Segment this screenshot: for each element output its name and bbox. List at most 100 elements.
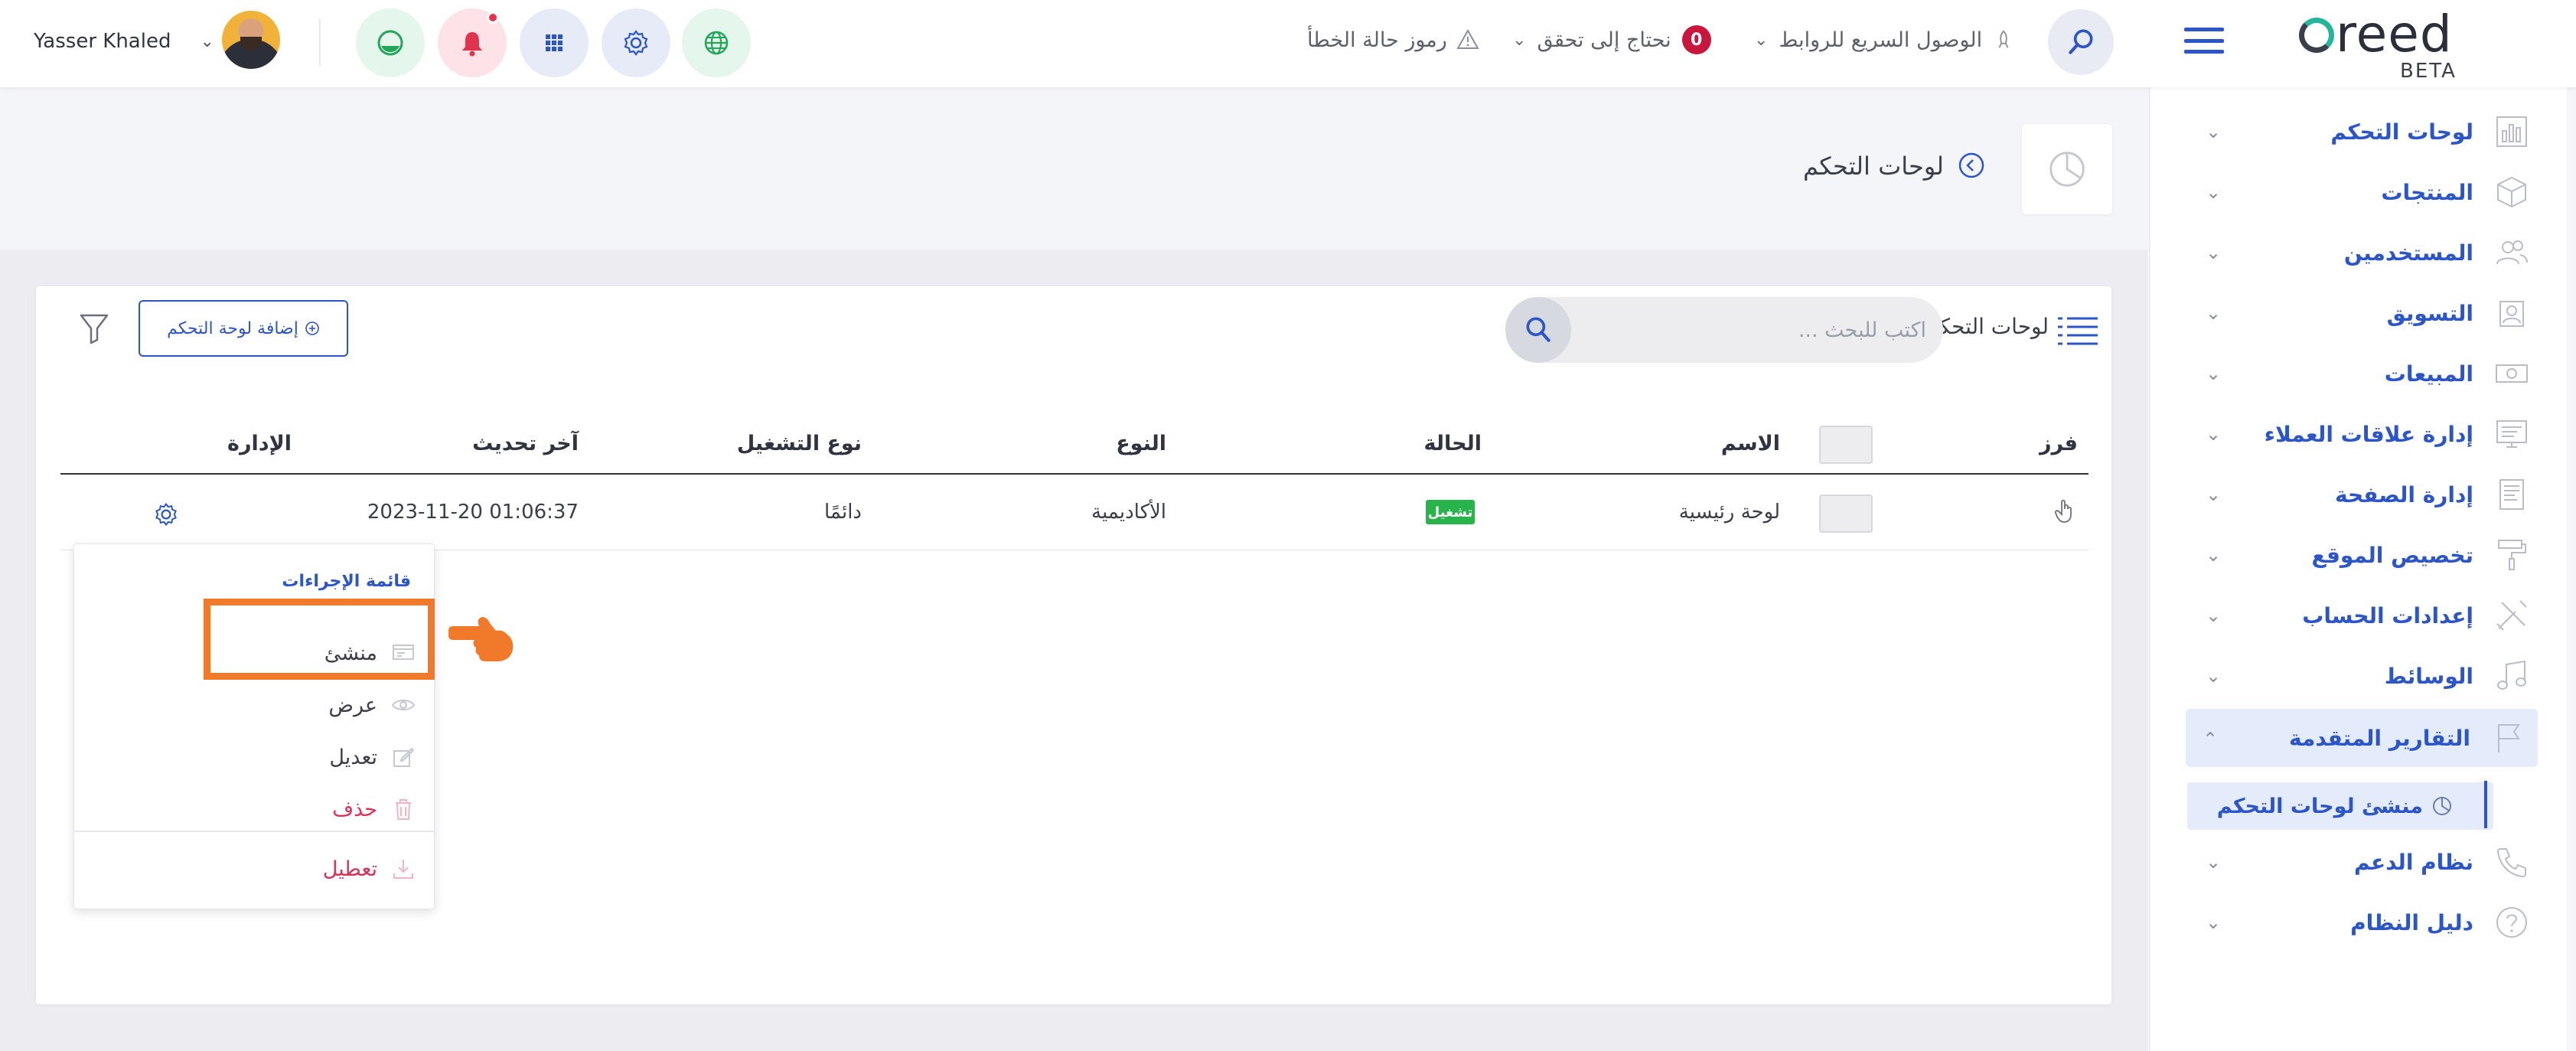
scrollbar[interactable] bbox=[2567, 87, 2576, 1051]
add-dashboard-label: إضافة لوحة التحكم bbox=[167, 318, 298, 338]
menu-item-view[interactable]: عرض bbox=[328, 687, 416, 723]
warning-icon bbox=[1456, 28, 1479, 49]
row-actions-gear-icon[interactable] bbox=[152, 501, 180, 528]
phone-icon bbox=[2493, 844, 2530, 880]
bell-icon bbox=[462, 32, 482, 57]
search-button[interactable] bbox=[1505, 297, 1571, 363]
sidebar-item-label: المنتجات bbox=[2381, 179, 2473, 205]
money-icon bbox=[2493, 355, 2530, 392]
highlight-box bbox=[204, 599, 435, 680]
status-button[interactable] bbox=[356, 8, 425, 77]
menu-item-delete[interactable]: حذف bbox=[332, 791, 416, 827]
sidebar-active-indicator bbox=[2484, 781, 2487, 828]
sidebar-item-site-customization[interactable]: ⌄ تخصيص الموقع bbox=[2189, 527, 2541, 583]
monitor-icon bbox=[2493, 416, 2530, 452]
divider bbox=[319, 18, 321, 66]
sidebar-item-label: التسويق bbox=[2386, 300, 2473, 326]
row-checkbox[interactable] bbox=[1819, 494, 1873, 533]
drag-handle-icon[interactable] bbox=[2053, 498, 2076, 525]
menu-item-disable-label: تعطيل bbox=[322, 857, 377, 881]
column-sort[interactable]: فرز bbox=[2040, 432, 2078, 455]
add-dashboard-button[interactable]: إضافة لوحة التحكم bbox=[139, 300, 348, 357]
chevron-down-icon: ⌄ bbox=[2206, 242, 2222, 263]
music-note-icon bbox=[2493, 658, 2530, 694]
flag-icon bbox=[2490, 720, 2527, 756]
page-title: لوحات التحكم bbox=[1802, 152, 1944, 181]
pointing-hand-icon bbox=[448, 617, 514, 661]
quick-links-dropdown[interactable]: ⌄ الوصول السريع للروابط bbox=[1754, 21, 2014, 58]
chevron-down-icon: ⌄ bbox=[2206, 121, 2222, 142]
logo[interactable]: reed BETA bbox=[2299, 5, 2483, 83]
sidebar-item-crm[interactable]: ⌄ إدارة علاقات العملاء bbox=[2189, 406, 2541, 462]
chevron-down-icon: ⌄ bbox=[2206, 544, 2222, 566]
box-icon bbox=[2493, 174, 2530, 211]
row-run-type: دائمًا bbox=[824, 501, 862, 524]
sidebar-item-label: تخصيص الموقع bbox=[2311, 542, 2473, 568]
sidebar-item-marketing[interactable]: ⌄ التسويق bbox=[2189, 286, 2541, 341]
plus-circle-icon bbox=[305, 322, 319, 335]
apps-button[interactable] bbox=[520, 8, 589, 77]
sidebar-item-label: المبيعات bbox=[2384, 361, 2473, 387]
row-name[interactable]: لوحة رئيسية bbox=[1679, 501, 1780, 524]
error-codes-link[interactable]: رموز حالة الخطأ bbox=[1307, 21, 1479, 58]
sidebar-item-label: إدارة الصفحة bbox=[2335, 481, 2473, 508]
sidebar-item-media[interactable]: ⌄ الوسائط bbox=[2189, 648, 2541, 703]
column-status[interactable]: الحالة bbox=[1423, 432, 1482, 455]
chevron-down-icon: ⌄ bbox=[2206, 181, 2222, 203]
global-search-button[interactable] bbox=[2048, 9, 2114, 75]
error-codes-label: رموز حالة الخطأ bbox=[1307, 28, 1447, 52]
column-run-type[interactable]: نوع التشغيل bbox=[737, 432, 862, 455]
sidebar-item-system-guide[interactable]: ⌄ دليل النظام bbox=[2189, 895, 2541, 950]
sidebar-item-label: الوسائط bbox=[2384, 663, 2473, 689]
bar-chart-icon bbox=[2493, 113, 2530, 150]
settings-button[interactable] bbox=[602, 8, 670, 77]
chevron-down-icon: ⌄ bbox=[2206, 302, 2222, 324]
menu-item-edit[interactable]: تعديل bbox=[329, 739, 416, 775]
sidebar-item-support[interactable]: ⌄ نظام الدعم bbox=[2189, 834, 2541, 889]
column-name[interactable]: الاسم bbox=[1721, 432, 1780, 455]
sidebar-item-label: التقارير المتقدمة bbox=[2289, 725, 2470, 751]
column-last-update[interactable]: آخر تحديث bbox=[472, 432, 579, 455]
chevron-down-icon: ⌄ bbox=[1512, 30, 1527, 50]
sidebar-item-label: نظام الدعم bbox=[2354, 849, 2473, 875]
card-title: لوحات التحكم bbox=[1925, 314, 2049, 339]
sidebar-item-label: دليل النظام bbox=[2350, 909, 2473, 935]
sidebar-item-account-settings[interactable]: ⌄ إعدادات الحساب bbox=[2189, 588, 2541, 643]
select-all-checkbox[interactable] bbox=[1819, 426, 1873, 464]
sidebar-item-label: لوحات التحكم bbox=[2330, 119, 2473, 145]
megaphone-icon bbox=[2493, 295, 2530, 331]
notifications-button[interactable] bbox=[438, 8, 507, 77]
status-badge: تشغيل bbox=[1426, 500, 1475, 524]
page-icon-box bbox=[2022, 124, 2112, 214]
sidebar-item-page-management[interactable]: ⌄ إدارة الصفحة bbox=[2189, 467, 2541, 522]
search-input[interactable] bbox=[1574, 297, 1926, 363]
sidebar-item-users[interactable]: ⌄ المستخدمين bbox=[2189, 225, 2541, 280]
column-type[interactable]: النوع bbox=[1116, 432, 1166, 455]
user-menu[interactable]: Yasser Khaled ⌄ bbox=[34, 18, 214, 64]
sidebar-item-advanced-reports[interactable]: ⌄ التقارير المتقدمة bbox=[2186, 709, 2538, 767]
gauge-icon bbox=[377, 30, 403, 56]
sidebar-item-label: المستخدمين bbox=[2343, 240, 2473, 266]
sidebar-item-products[interactable]: ⌄ المنتجات bbox=[2189, 165, 2541, 220]
paint-roller-icon bbox=[2493, 537, 2530, 573]
header-divider bbox=[60, 473, 2089, 475]
menu-toggle-button[interactable] bbox=[2184, 28, 2224, 54]
verify-label: نحتاج إلى تحقق bbox=[1537, 28, 1671, 52]
chevron-down-icon: ⌄ bbox=[2206, 851, 2222, 873]
notification-dot bbox=[487, 11, 499, 24]
website-button[interactable] bbox=[682, 8, 751, 77]
sidebar-item-dashboards[interactable]: ⌄ لوحات التحكم bbox=[2189, 104, 2541, 159]
row-type: الأكاديمية bbox=[1091, 501, 1166, 524]
logo-text: reed bbox=[2336, 5, 2453, 64]
avatar[interactable] bbox=[222, 11, 280, 69]
gear-icon bbox=[624, 30, 648, 56]
menu-item-disable[interactable]: تعطيل bbox=[323, 850, 416, 887]
chevron-circle-icon[interactable] bbox=[1956, 150, 1987, 181]
sidebar-item-sales[interactable]: ⌄ المبيعات bbox=[2189, 346, 2541, 401]
sidebar-subitem-dashboard-builder[interactable]: منشئ لوحات التحكم bbox=[2187, 782, 2493, 830]
filter-icon[interactable] bbox=[79, 312, 109, 344]
verify-dropdown[interactable]: ⌄ نحتاج إلى تحقق 0 bbox=[1512, 21, 1711, 58]
chevron-up-icon: ⌄ bbox=[2203, 727, 2219, 749]
pie-chart-icon bbox=[2433, 797, 2451, 815]
sidebar-subitem-label: منشئ لوحات التحكم bbox=[2216, 794, 2423, 818]
